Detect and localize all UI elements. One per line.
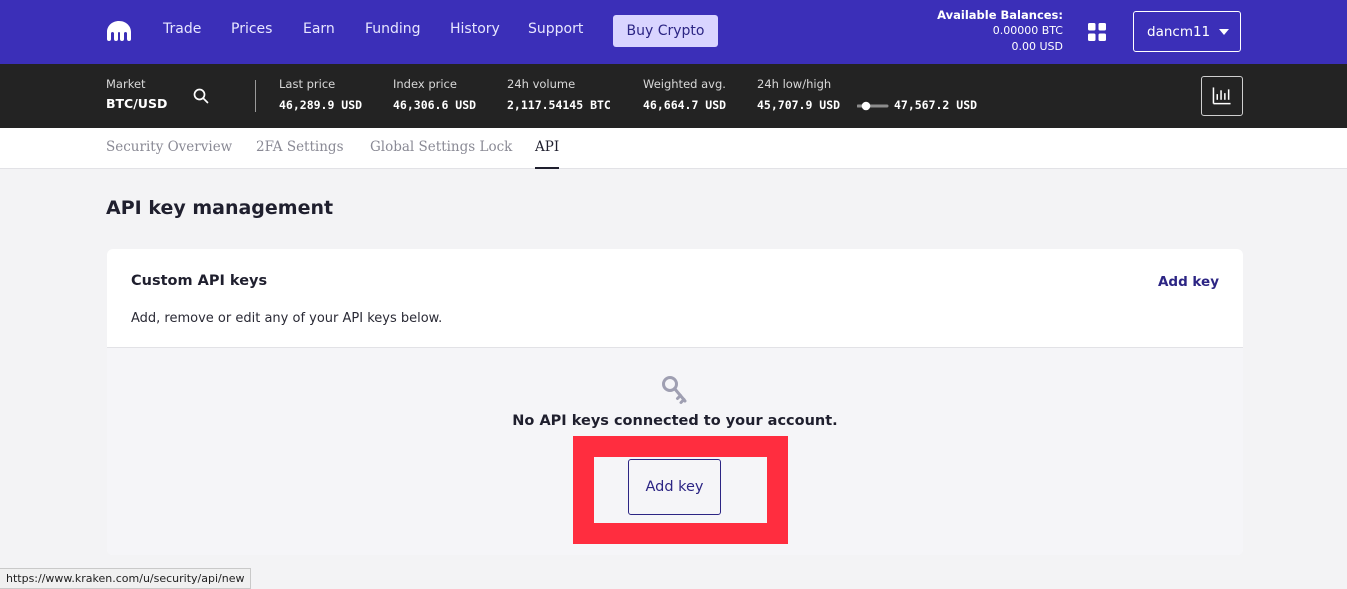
index-price-value: 46,306.6 USD (393, 98, 477, 112)
index-price: Index price 46,306.6 USD (393, 77, 476, 112)
active-tab-indicator (535, 167, 559, 169)
last-price-label: Last price (279, 77, 336, 91)
ticker-divider (255, 80, 256, 112)
buy-crypto-button[interactable]: Buy Crypto (613, 15, 718, 47)
chart-icon (1212, 87, 1231, 105)
tab-security-overview[interactable]: Security Overview (106, 139, 232, 155)
nav-earn[interactable]: Earn (303, 21, 335, 37)
market-pair: BTC/USD (106, 96, 168, 111)
market-ticker: Market BTC/USD Last price 46,289.9 USD I… (0, 64, 1347, 128)
nav-history[interactable]: History (450, 21, 500, 37)
nav-prices[interactable]: Prices (231, 21, 272, 37)
tab-api[interactable]: API (535, 139, 559, 155)
apps-grid-icon[interactable] (1088, 23, 1106, 41)
top-navbar: Trade Prices Earn Funding History Suppor… (0, 0, 1347, 64)
volume-value: 2,117.54145 BTC (507, 98, 611, 112)
username: dancm11 (1147, 23, 1211, 40)
add-key-link[interactable]: Add key (1158, 274, 1219, 290)
volume-label: 24h volume (507, 77, 576, 91)
available-balances: Available Balances: 0.00000 BTC 0.00 USD (937, 7, 1063, 55)
last-price: Last price 46,289.9 USD (279, 77, 362, 112)
search-icon[interactable] (193, 88, 209, 104)
tab-2fa-settings[interactable]: 2FA Settings (256, 139, 344, 155)
chart-button[interactable] (1201, 76, 1243, 116)
page-title: API key management (106, 197, 334, 219)
add-key-button[interactable]: Add key (628, 459, 721, 515)
tab-global-settings-lock[interactable]: Global Settings Lock (370, 139, 512, 155)
chevron-down-icon (1219, 28, 1230, 35)
balances-title: Available Balances: (937, 8, 1063, 22)
volume-24h: 24h volume 2,117.54145 BTC (507, 77, 611, 112)
balance-btc: 0.00000 BTC (992, 24, 1063, 37)
high-value: 47,567.2 USD (893, 98, 978, 112)
market-label: Market (106, 77, 146, 91)
card-description: Add, remove or edit any of your API keys… (131, 311, 443, 326)
card-title: Custom API keys (131, 273, 268, 289)
security-subtabs: Security Overview 2FA Settings Global Se… (0, 128, 1347, 169)
index-price-label: Index price (393, 77, 457, 91)
low-value: 45,707.9 USD (757, 98, 841, 112)
weighted-avg-label: Weighted avg. (643, 77, 726, 91)
nav-funding[interactable]: Funding (365, 21, 421, 37)
nav-trade[interactable]: Trade (163, 21, 201, 37)
user-menu-button[interactable]: dancm11 (1133, 11, 1241, 52)
range-indicator-icon (857, 101, 889, 111)
empty-message: No API keys connected to your account. (512, 413, 838, 429)
weighted-avg-value: 46,664.7 USD (643, 98, 727, 112)
key-icon (662, 376, 687, 404)
balance-usd: 0.00 USD (1011, 40, 1064, 53)
market-selector[interactable]: Market BTC/USD (106, 77, 167, 111)
kraken-logo-icon[interactable] (106, 20, 132, 42)
last-price-value: 46,289.9 USD (279, 98, 363, 112)
low-high-label: 24h low/high (757, 77, 832, 91)
weighted-avg: Weighted avg. 46,664.7 USD (643, 77, 726, 112)
nav-support[interactable]: Support (528, 21, 583, 37)
browser-status-bar: https://www.kraken.com/u/security/api/ne… (0, 568, 252, 589)
